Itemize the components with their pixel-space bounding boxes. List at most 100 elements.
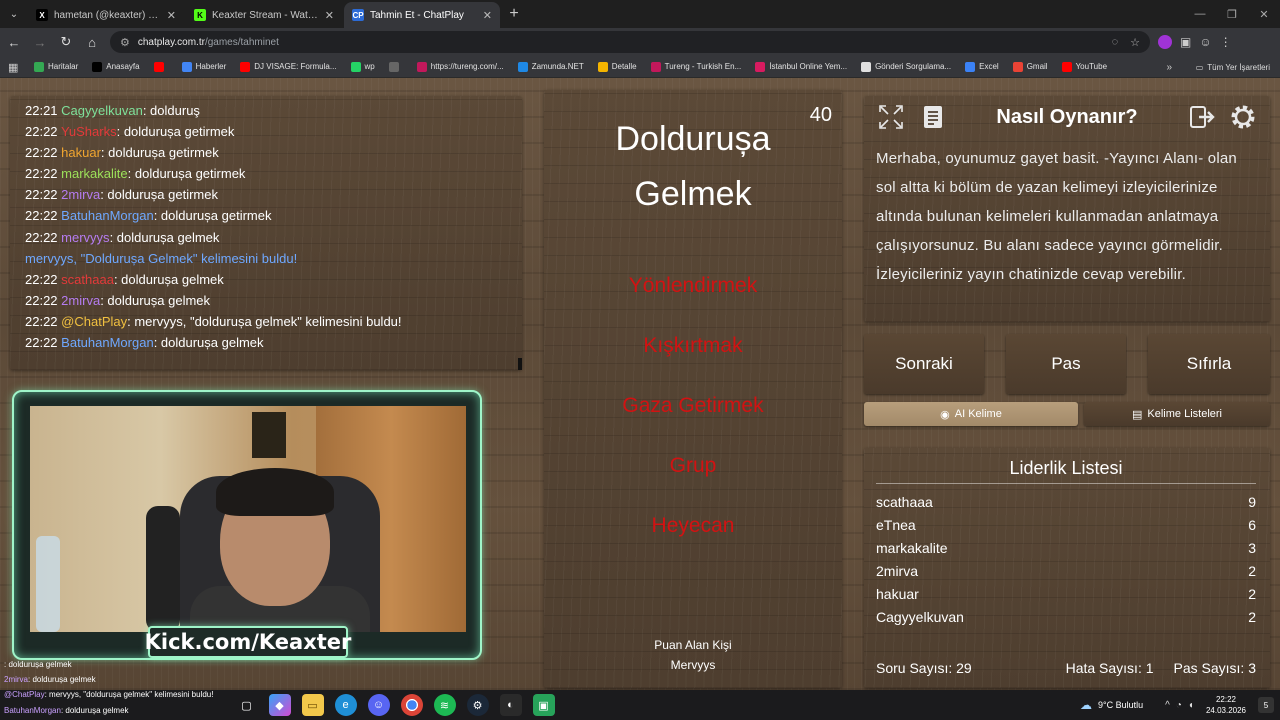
chrome-icon[interactable]: [400, 694, 423, 716]
browser-tab[interactable]: K Keaxter Stream - Watch Live on Kick ✕: [186, 2, 342, 28]
url-host: chatplay.com.tr: [137, 36, 205, 48]
back-button[interactable]: ←: [2, 30, 26, 54]
bookmark-star-icon[interactable]: ☆: [1130, 36, 1140, 49]
bookmark-item[interactable]: Tureng - Turkish En...: [650, 61, 741, 72]
leaderboard-score: 2: [1248, 586, 1256, 602]
chat-timestamp: 22:21: [25, 103, 58, 118]
settings-gear-icon[interactable]: [1228, 102, 1258, 132]
bookmark-item[interactable]: Anasayfa: [92, 61, 140, 72]
browser-tab[interactable]: Xhametan (@keaxter) adlı kullanıcı ✕: [28, 2, 184, 28]
chat-username[interactable]: 2mirva: [61, 293, 100, 308]
chat-username[interactable]: mervyys: [61, 230, 109, 245]
fullscreen-icon[interactable]: [876, 102, 906, 132]
bookmark-item[interactable]: [153, 61, 168, 72]
eye-off-icon[interactable]: ◌: [1112, 36, 1119, 49]
how-to-play-panel: Nasıl Oynanır? Merhaba, oyunumuz gayet b…: [864, 96, 1270, 322]
bookmarks-overflow-icon[interactable]: »: [1166, 56, 1172, 78]
chat-message: 22:22 hakuar: doldurușa getirmek: [25, 142, 522, 163]
leaderboard-score: 3: [1248, 540, 1256, 556]
chat-username[interactable]: @ChatPlay: [61, 314, 127, 329]
pass-button[interactable]: Pas: [1006, 334, 1126, 394]
leaderboard-name: scathaaa: [876, 494, 933, 510]
tab-search-button[interactable]: ⌄: [0, 0, 28, 28]
extension-icon[interactable]: [1158, 35, 1172, 49]
bookmark-item[interactable]: Zamunda.NET: [517, 61, 584, 72]
chat-message: 22:22 scathaaa: doldurușa gelmek: [25, 269, 522, 290]
copilot-icon[interactable]: ◆: [268, 694, 291, 716]
forward-button[interactable]: →: [28, 30, 52, 54]
browser-tab[interactable]: CP Tahmin Et - ChatPlay ✕: [344, 2, 500, 28]
site-info-icon[interactable]: ⚙: [120, 36, 130, 49]
chat-username[interactable]: markakalite: [61, 166, 127, 181]
home-button[interactable]: ⌂: [80, 30, 104, 54]
file-explorer-icon[interactable]: ▭: [301, 694, 324, 716]
weather-widget[interactable]: ☁ 9°C Bulutlu: [1080, 698, 1143, 712]
bookmark-item[interactable]: Gmail: [1012, 61, 1048, 72]
apps-grid-icon[interactable]: ▦: [8, 61, 20, 74]
close-window-button[interactable]: ✕: [1248, 0, 1280, 28]
bookmark-item[interactable]: Detalle: [597, 61, 637, 72]
detalle-icon: [597, 61, 608, 72]
chat-username[interactable]: 2mirva: [61, 187, 100, 202]
bookmark-label: wp: [364, 62, 375, 71]
network-icon[interactable]: ◔: [1176, 700, 1182, 711]
bookmark-item[interactable]: Haberler: [181, 61, 226, 72]
extensions-puzzle-icon[interactable]: ▣: [1180, 35, 1191, 49]
profile-avatar[interactable]: ☺: [1199, 35, 1211, 49]
tab-close-icon[interactable]: ✕: [325, 9, 334, 22]
chat-username[interactable]: scathaaa: [61, 272, 114, 287]
notification-badge[interactable]: 5: [1258, 697, 1274, 713]
bookmark-item[interactable]: https://tureng.com/...: [416, 61, 504, 72]
minimize-button[interactable]: —: [1184, 0, 1216, 28]
bookmark-item[interactable]: wp: [350, 61, 375, 72]
chat-username[interactable]: YuSharks: [61, 124, 117, 139]
discord-icon[interactable]: ☺: [367, 694, 390, 716]
document-icon[interactable]: [918, 102, 948, 132]
tab-close-icon[interactable]: ✕: [483, 9, 492, 22]
bookmark-item[interactable]: YouTube: [1061, 61, 1107, 72]
reset-button[interactable]: Sıfırla: [1148, 334, 1270, 394]
tab-close-icon[interactable]: ✕: [167, 9, 176, 22]
chat-text: : doldurușa getirmek: [116, 124, 235, 140]
reload-button[interactable]: ↻: [54, 30, 78, 54]
kick-app-icon[interactable]: ▣: [532, 694, 555, 716]
next-button[interactable]: Sonraki: [864, 334, 984, 394]
obs-icon[interactable]: ◐: [499, 694, 522, 716]
tray-chevron-icon[interactable]: ^: [1165, 700, 1170, 711]
bookmark-item[interactable]: İstanbul Online Yem...: [755, 61, 847, 72]
chat-username[interactable]: BatuhanMorgan: [61, 335, 154, 350]
new-tab-button[interactable]: +: [502, 2, 526, 26]
url-path: /games/tahminet: [204, 36, 279, 48]
ai-word-button[interactable]: ◉ AI Kelime: [864, 402, 1078, 426]
maximize-button[interactable]: ❐: [1216, 0, 1248, 28]
all-bookmarks-button[interactable]: ▭ Tüm Yer İşaretleri: [1196, 56, 1270, 78]
address-bar[interactable]: ⚙ chatplay.com.tr/games/tahminet ◌ ☆: [110, 31, 1150, 53]
logout-icon[interactable]: [1188, 102, 1218, 132]
bookmark-item[interactable]: Gönderi Sorgulama...: [861, 61, 951, 72]
leaderboard-row: hakuar 2: [876, 584, 1256, 607]
webcam-guitar: [146, 506, 180, 632]
chat-scrollbar[interactable]: [518, 358, 522, 370]
system-clock[interactable]: 22:22 24.03.2026: [1206, 694, 1246, 716]
chat-username[interactable]: mervyys: [25, 251, 73, 266]
bookmark-item[interactable]: [388, 61, 403, 72]
chat-username[interactable]: hakuar: [61, 145, 101, 160]
chat-username[interactable]: Cagyyelkuvan: [61, 103, 143, 118]
bookmark-item[interactable]: Haritalar: [34, 61, 78, 72]
word-lists-button[interactable]: ▤ Kelime Listeleri: [1084, 402, 1270, 426]
chat-username[interactable]: BatuhanMorgan: [61, 208, 154, 223]
webcam-channel-label: Kick.com/Keaxter: [145, 626, 351, 658]
task-view-icon[interactable]: ▢: [236, 694, 258, 716]
edge-icon[interactable]: e: [334, 694, 357, 716]
steam-icon[interactable]: ⚙: [466, 694, 489, 716]
spotify-icon[interactable]: ≋: [433, 694, 456, 716]
bookmark-item[interactable]: Excel: [965, 61, 999, 72]
bookmark-label: DJ VISAGE: Formula...: [254, 62, 337, 71]
leaderboard-list[interactable]: scathaaa 9 eTnea 6 markakalite 3 2mirva 2 hakuar…: [876, 492, 1256, 630]
browser-menu-icon[interactable]: ⋮: [1220, 35, 1232, 49]
webcam-overlay: Kick.com/Keaxter: [12, 390, 482, 660]
bookmark-item[interactable]: DJ VISAGE: Formula...: [240, 61, 337, 72]
volume-icon[interactable]: ◖: [1188, 700, 1194, 711]
webcam-poster: [252, 412, 286, 458]
bookmark-label: Detalle: [611, 62, 637, 71]
